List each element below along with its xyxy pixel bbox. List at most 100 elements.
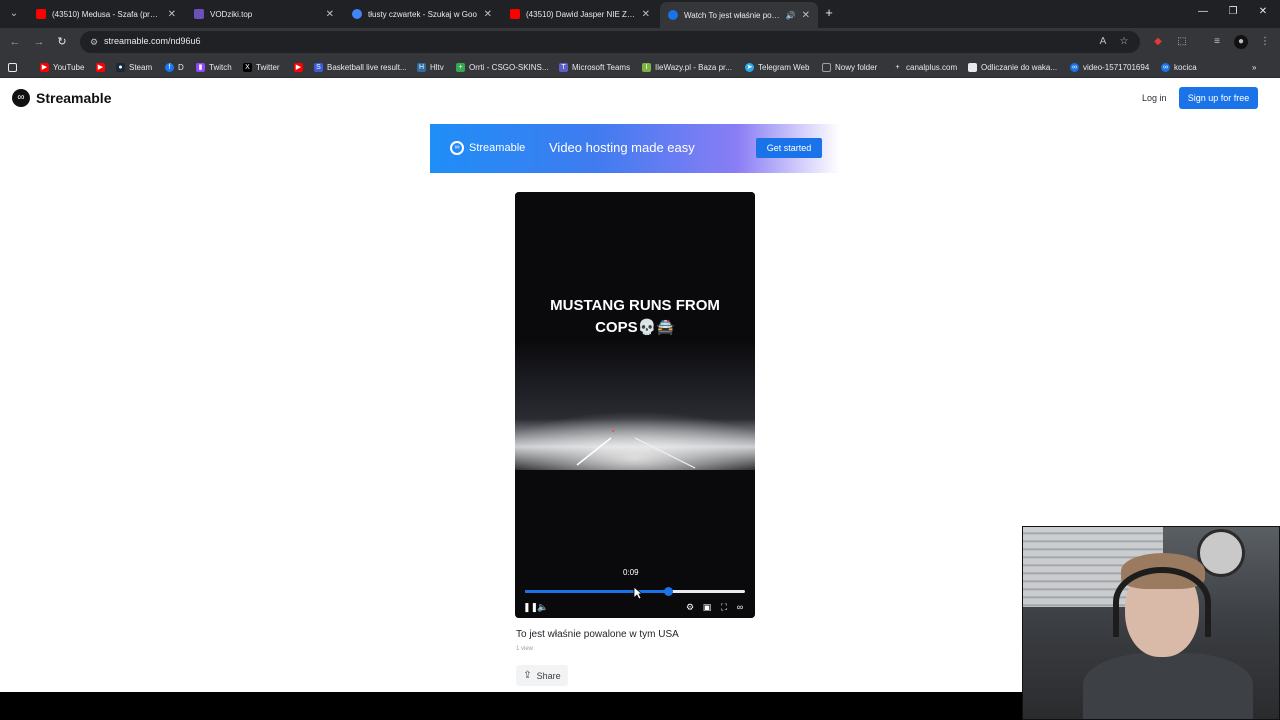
flashscore-icon: S bbox=[314, 62, 323, 72]
facebook-icon: f bbox=[165, 62, 174, 72]
bookmark-hltv[interactable]: H Hltv bbox=[417, 61, 444, 73]
apps-grid-icon[interactable] bbox=[8, 61, 21, 73]
tab-title: VODziki.top bbox=[210, 9, 253, 19]
window-close-icon[interactable]: ✕ bbox=[1256, 6, 1270, 17]
extensions-puzzle-icon[interactable]: ⬚ bbox=[1175, 35, 1189, 49]
bookmark-video[interactable]: ∞ video-1571701694 bbox=[1070, 61, 1149, 73]
reload-icon[interactable]: ↻ bbox=[55, 35, 69, 49]
bookmark-label: Odliczanie do waka... bbox=[981, 62, 1058, 72]
youtube-icon: ▶ bbox=[96, 62, 105, 72]
caption-line-1: MUSTANG RUNS FROM bbox=[550, 297, 720, 314]
streamable-favicon-icon bbox=[668, 10, 678, 20]
promo-banner[interactable]: ∞ Streamable Video hosting made easy Get… bbox=[430, 124, 840, 173]
streamable-logo-icon: ∞ bbox=[450, 141, 464, 155]
close-icon[interactable]: ✕ bbox=[802, 10, 810, 21]
page-icon bbox=[968, 62, 977, 72]
fullscreen-icon[interactable]: ⛶ bbox=[718, 601, 730, 613]
canalplus-icon: + bbox=[895, 63, 900, 71]
bookmark-label: Microsoft Teams bbox=[572, 62, 631, 72]
volume-icon[interactable]: 🔈 bbox=[537, 601, 549, 613]
bookmark-youtube-3[interactable]: ▶ bbox=[294, 61, 307, 73]
teams-icon: T bbox=[559, 62, 568, 72]
minimize-icon[interactable]: — bbox=[1196, 6, 1210, 17]
restore-icon[interactable]: ❐ bbox=[1226, 6, 1240, 17]
bookmark-telegram[interactable]: ➤ Telegram Web bbox=[745, 61, 809, 73]
hltv-icon: H bbox=[417, 62, 426, 72]
address-bar[interactable]: ⚙ streamable.com/nd96u6 bbox=[80, 31, 1140, 53]
google-favicon-icon bbox=[352, 9, 362, 19]
streamable-logo-icon[interactable]: ∞ bbox=[734, 601, 746, 613]
bookmark-ilewazy[interactable]: I IleWazy.pl - Baza pr... bbox=[642, 61, 732, 73]
youtube-icon: ▶ bbox=[294, 62, 303, 72]
bookmark-star-icon[interactable]: ☆ bbox=[1117, 35, 1131, 49]
settings-gear-icon[interactable]: ⚙ bbox=[684, 601, 696, 613]
extension-red-icon[interactable]: ◆ bbox=[1151, 35, 1165, 49]
bookmark-canalplus[interactable]: + canalplus.com bbox=[893, 61, 957, 73]
bookmark-label: D bbox=[178, 62, 184, 72]
signup-button[interactable]: Sign up for free bbox=[1179, 87, 1258, 109]
translate-icon[interactable]: A bbox=[1096, 35, 1110, 49]
share-label: Share bbox=[536, 670, 561, 681]
tab-title: Watch To jest właśnie powa bbox=[684, 10, 782, 20]
close-icon[interactable]: ✕ bbox=[484, 9, 492, 20]
twitch-icon: ▮ bbox=[196, 62, 205, 72]
new-tab-icon[interactable]: + bbox=[822, 6, 836, 20]
back-arrow-icon[interactable]: ← bbox=[8, 35, 22, 49]
share-button[interactable]: ⇪ Share bbox=[516, 665, 568, 686]
seek-time-tooltip: 0:09 bbox=[623, 568, 639, 577]
forward-arrow-icon[interactable]: → bbox=[32, 35, 46, 49]
streamable-icon: ∞ bbox=[1070, 62, 1079, 72]
bookmark-kocica[interactable]: ∞ kocica bbox=[1161, 61, 1197, 73]
bookmark-label: Orrti - CSGO-SKINS... bbox=[469, 62, 549, 72]
bookmark-youtube[interactable]: ▶ YouTube bbox=[40, 61, 84, 73]
bookmark-teams[interactable]: T Microsoft Teams bbox=[559, 61, 630, 73]
orrti-icon: + bbox=[456, 62, 465, 72]
bookmark-youtube-2[interactable]: ▶ bbox=[96, 61, 109, 73]
menu-kebab-icon[interactable]: ⋮ bbox=[1258, 35, 1272, 49]
bookmark-label: IleWazy.pl - Baza pr... bbox=[655, 62, 732, 72]
tab-search-icon[interactable]: ⌄ bbox=[6, 6, 22, 22]
tab-medusa[interactable]: (43510) Medusa - Szafa (prod. \ ✕ bbox=[28, 3, 184, 25]
banner-brand-name: Streamable bbox=[469, 142, 526, 154]
profile-avatar-icon[interactable]: ● bbox=[1234, 35, 1248, 49]
speaker-icon[interactable]: 🔊 bbox=[786, 11, 796, 20]
bookmark-twitter[interactable]: X Twitter bbox=[243, 61, 280, 73]
get-started-button[interactable]: Get started bbox=[756, 138, 822, 158]
ilewazy-icon: I bbox=[642, 62, 651, 72]
webcam-overlay bbox=[1022, 526, 1280, 720]
tab-strip: ⌄ (43510) Medusa - Szafa (prod. \ ✕ VODz… bbox=[0, 0, 1280, 28]
bookmark-facebook[interactable]: fD bbox=[165, 61, 184, 73]
folder-icon bbox=[822, 62, 831, 72]
close-icon[interactable]: ✕ bbox=[168, 9, 176, 20]
pause-icon[interactable]: ❚❚ bbox=[523, 601, 538, 613]
streamable-logo[interactable]: ∞ Streamable bbox=[12, 89, 111, 107]
youtube-favicon-icon bbox=[36, 9, 46, 19]
login-link[interactable]: Log in bbox=[1142, 93, 1167, 103]
banner-brand: ∞ Streamable bbox=[450, 141, 525, 155]
tab-google-search[interactable]: tłusty czwartek - Szukaj w Goo ✕ bbox=[344, 3, 500, 25]
streamable-icon: ∞ bbox=[1161, 62, 1170, 72]
bookmark-folder[interactable]: Nowy folder bbox=[822, 61, 877, 73]
bookmark-orrti[interactable]: + Orrti - CSGO-SKINS... bbox=[456, 61, 549, 73]
video-player[interactable]: MUSTANG RUNS FROM COPS💀🚔 0:09 ❚❚ 🔈 ⚙ ▣ ⛶… bbox=[515, 192, 755, 618]
bookmark-label: Basketball live result... bbox=[327, 62, 407, 72]
headset bbox=[1113, 567, 1211, 637]
media-control-icon[interactable]: ≡ bbox=[1210, 35, 1224, 49]
bookmark-odliczanie[interactable]: Odliczanie do waka... bbox=[968, 61, 1057, 73]
close-icon[interactable]: ✕ bbox=[642, 9, 650, 20]
video-frame bbox=[515, 192, 755, 618]
bookmark-basketball[interactable]: S Basketball live result... bbox=[314, 61, 407, 73]
progress-thumb[interactable] bbox=[664, 587, 673, 596]
bookmark-steam[interactable]: ● Steam bbox=[116, 61, 152, 73]
video-caption: MUSTANG RUNS FROM COPS💀🚔 bbox=[515, 295, 755, 339]
more-bookmarks-icon[interactable]: » bbox=[1252, 61, 1256, 73]
picture-in-picture-icon[interactable]: ▣ bbox=[701, 601, 713, 613]
tab-vodziki[interactable]: VODziki.top ✕ bbox=[186, 3, 342, 25]
tab-title: (43510) Medusa - Szafa (prod. \ bbox=[52, 9, 162, 19]
close-icon[interactable]: ✕ bbox=[326, 9, 334, 20]
tab-dawid-jasper[interactable]: (43510) Dawid Jasper NIE ZAŁA ✕ bbox=[502, 3, 658, 25]
bookmark-label: Hltv bbox=[430, 62, 444, 72]
tab-streamable-active[interactable]: Watch To jest właśnie powa 🔊 ✕ bbox=[660, 2, 818, 28]
bookmark-twitch[interactable]: ▮ Twitch bbox=[196, 61, 232, 73]
site-info-icon[interactable]: ⚙ bbox=[88, 36, 100, 48]
